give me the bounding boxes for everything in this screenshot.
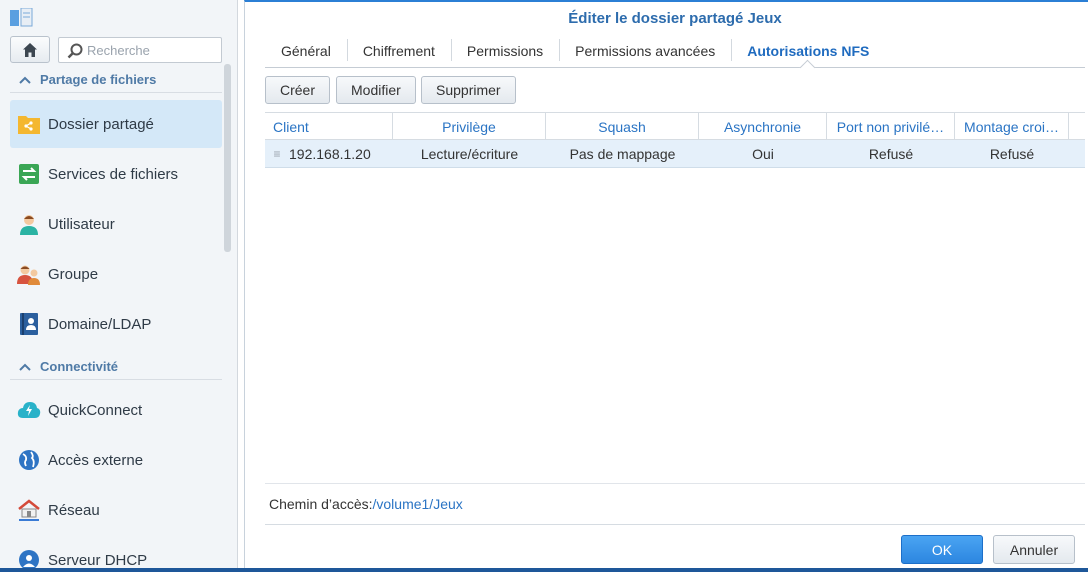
- cell-non-privileged-port: Refusé: [868, 145, 914, 162]
- section-file-sharing[interactable]: Partage de fichiers: [10, 67, 222, 93]
- section-connectivity[interactable]: Connectivité: [10, 354, 222, 380]
- dialog-title: Éditer le dossier partagé Jeux: [568, 10, 782, 27]
- sidebar-item-label: Utilisateur: [48, 215, 115, 233]
- drag-handle-icon[interactable]: ≡: [265, 147, 289, 161]
- home-button[interactable]: [10, 36, 50, 63]
- sidebar-item-domain-ldap[interactable]: Domaine/LDAP: [10, 300, 222, 348]
- edit-shared-folder-dialog: Éditer le dossier partagé Jeux Général C…: [244, 0, 1088, 572]
- sidebar-item-label: Services de fichiers: [48, 165, 179, 183]
- control-panel-sidebar: Partage de fichiers Dossier partagé Serv…: [0, 0, 238, 572]
- column-header-non-privileged-port[interactable]: Port non privilé…: [827, 113, 955, 140]
- grid-header: Client Privilège Squash Asynchronie Port…: [265, 113, 1085, 140]
- column-header-client[interactable]: Client: [265, 113, 393, 140]
- sidebar-scrollbar[interactable]: [224, 64, 231, 252]
- client-value: 192.168.1.20: [289, 145, 371, 162]
- tab-advanced-permissions[interactable]: Permissions avancées: [559, 35, 731, 67]
- sidebar-item-network[interactable]: Réseau: [10, 486, 222, 534]
- search-box[interactable]: [58, 37, 222, 63]
- taskbar-edge: [0, 568, 1088, 572]
- chevron-up-icon: [10, 363, 40, 371]
- column-header-async[interactable]: Asynchronie: [699, 113, 827, 140]
- column-header-squash[interactable]: Squash: [546, 113, 699, 140]
- cell-squash: Pas de mappage: [569, 145, 676, 162]
- sidebar-item-user[interactable]: Utilisateur: [10, 200, 222, 248]
- sidebar-item-quickconnect[interactable]: QuickConnect: [10, 386, 222, 434]
- search-icon: [67, 43, 83, 59]
- path-label: Chemin d’accès:: [269, 496, 373, 512]
- sidebar-item-label: QuickConnect: [48, 401, 143, 419]
- tab-permissions[interactable]: Permissions: [450, 35, 559, 67]
- tab-bar: Général Chiffrement Permissions Permissi…: [265, 35, 1085, 68]
- ok-button[interactable]: OK: [901, 535, 983, 564]
- sidebar-item-dhcp-server[interactable]: Serveur DHCP: [10, 536, 222, 572]
- user-icon: [10, 213, 48, 235]
- globe-icon: [10, 449, 48, 471]
- column-header-privilege[interactable]: Privilège: [393, 113, 546, 140]
- tab-nfs-permissions[interactable]: Autorisations NFS: [731, 35, 885, 67]
- delete-button[interactable]: Supprimer: [421, 76, 516, 104]
- tab-encryption[interactable]: Chiffrement: [346, 35, 451, 67]
- cell-client: ≡ 192.168.1.20: [265, 140, 393, 167]
- edit-button[interactable]: Modifier: [336, 76, 416, 104]
- cell-async: Oui: [752, 145, 774, 162]
- cell-privilege: Lecture/écriture: [420, 145, 519, 162]
- shared-folder-icon: [10, 113, 48, 135]
- file-services-icon: [10, 163, 48, 185]
- sidebar-item-label: Domaine/LDAP: [48, 315, 152, 333]
- network-icon: [10, 499, 48, 521]
- sidebar-item-file-services[interactable]: Services de fichiers: [10, 150, 222, 198]
- create-button[interactable]: Créer: [265, 76, 331, 104]
- section-label: Connectivité: [40, 359, 119, 374]
- sidebar-item-shared-folder[interactable]: Dossier partagé: [10, 100, 222, 148]
- sidebar-item-group[interactable]: Groupe: [10, 250, 222, 298]
- section-label: Partage de fichiers: [40, 72, 157, 87]
- group-icon: [10, 263, 48, 285]
- tab-general[interactable]: Général: [265, 35, 347, 67]
- cancel-button[interactable]: Annuler: [993, 535, 1075, 564]
- nfs-rules-grid: Client Privilège Squash Asynchronie Port…: [265, 112, 1085, 482]
- sidebar-item-label: Dossier partagé: [48, 115, 154, 133]
- path-value[interactable]: /volume1/Jeux: [373, 496, 463, 512]
- sidebar-item-label: Accès externe: [48, 451, 144, 469]
- sidebar-item-label: Réseau: [48, 501, 100, 519]
- sidebar-item-label: Groupe: [48, 265, 99, 283]
- chevron-up-icon: [10, 76, 40, 84]
- sidebar-item-label: Serveur DHCP: [48, 551, 148, 569]
- path-info: Chemin d’accès: /volume1/Jeux: [265, 483, 1085, 525]
- search-input[interactable]: [87, 41, 217, 60]
- home-icon: [23, 42, 37, 57]
- quickconnect-icon: [10, 400, 48, 420]
- domain-ldap-icon: [10, 312, 48, 336]
- table-row[interactable]: ≡ 192.168.1.20 Lecture/écriture Pas de m…: [265, 140, 1085, 168]
- cell-cross-mount: Refusé: [989, 145, 1035, 162]
- column-header-cross-mount[interactable]: Montage croi…: [955, 113, 1069, 140]
- sidebar-item-external-access[interactable]: Accès externe: [10, 436, 222, 484]
- control-panel-app-icon: [10, 7, 34, 28]
